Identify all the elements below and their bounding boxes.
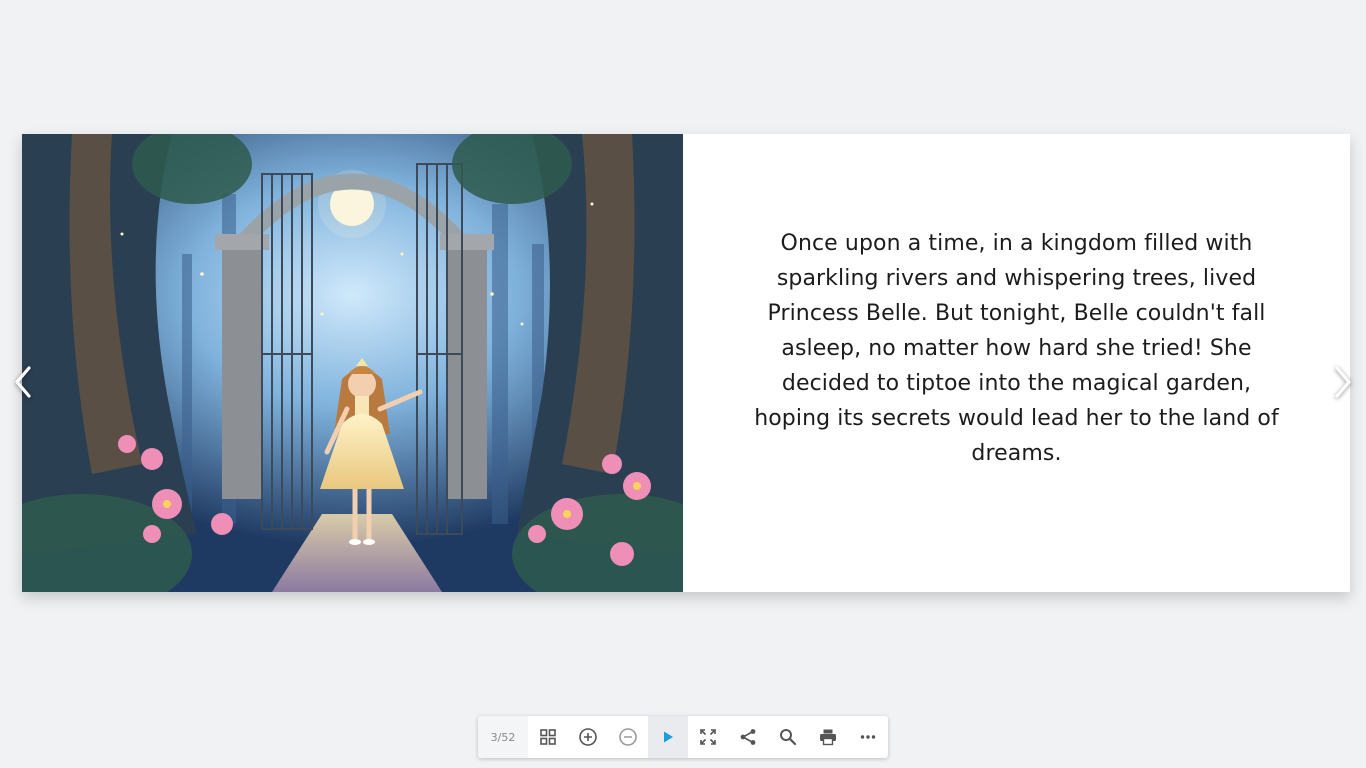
book-spread: Once upon a time, in a kingdom filled wi… (22, 134, 1350, 592)
grid-icon (540, 729, 556, 745)
search-button[interactable] (768, 716, 808, 758)
story-text: Once upon a time, in a kingdom filled wi… (754, 230, 1279, 466)
thumbnails-button[interactable] (528, 716, 568, 758)
princess-at-garden-gate-illustration (22, 134, 683, 592)
print-icon (820, 729, 836, 746)
chevron-left-icon (15, 366, 31, 398)
fullscreen-button[interactable] (688, 716, 728, 758)
next-page-button[interactable] (1328, 362, 1358, 402)
more-options-button[interactable] (848, 716, 888, 758)
more-icon (860, 735, 876, 739)
search-icon (780, 729, 797, 746)
page-counter: 3/52 (478, 716, 528, 758)
print-button[interactable] (808, 716, 848, 758)
previous-page-button[interactable] (8, 362, 38, 402)
share-button[interactable] (728, 716, 768, 758)
right-page[interactable]: Once upon a time, in a kingdom filled wi… (683, 134, 1350, 592)
left-page[interactable] (22, 134, 683, 592)
autoplay-button[interactable] (648, 716, 688, 758)
share-icon (740, 729, 756, 745)
zoom-in-button[interactable] (568, 716, 608, 758)
viewer-toolbar: 3/52 (478, 716, 888, 758)
chevron-right-icon (1335, 366, 1351, 398)
zoom-out-button[interactable] (608, 716, 648, 758)
play-icon (664, 731, 673, 743)
zoom-out-icon (619, 728, 637, 746)
fullscreen-icon (700, 729, 716, 745)
zoom-in-icon (579, 728, 597, 746)
flipbook-viewer: Once upon a time, in a kingdom filled wi… (0, 0, 1366, 768)
